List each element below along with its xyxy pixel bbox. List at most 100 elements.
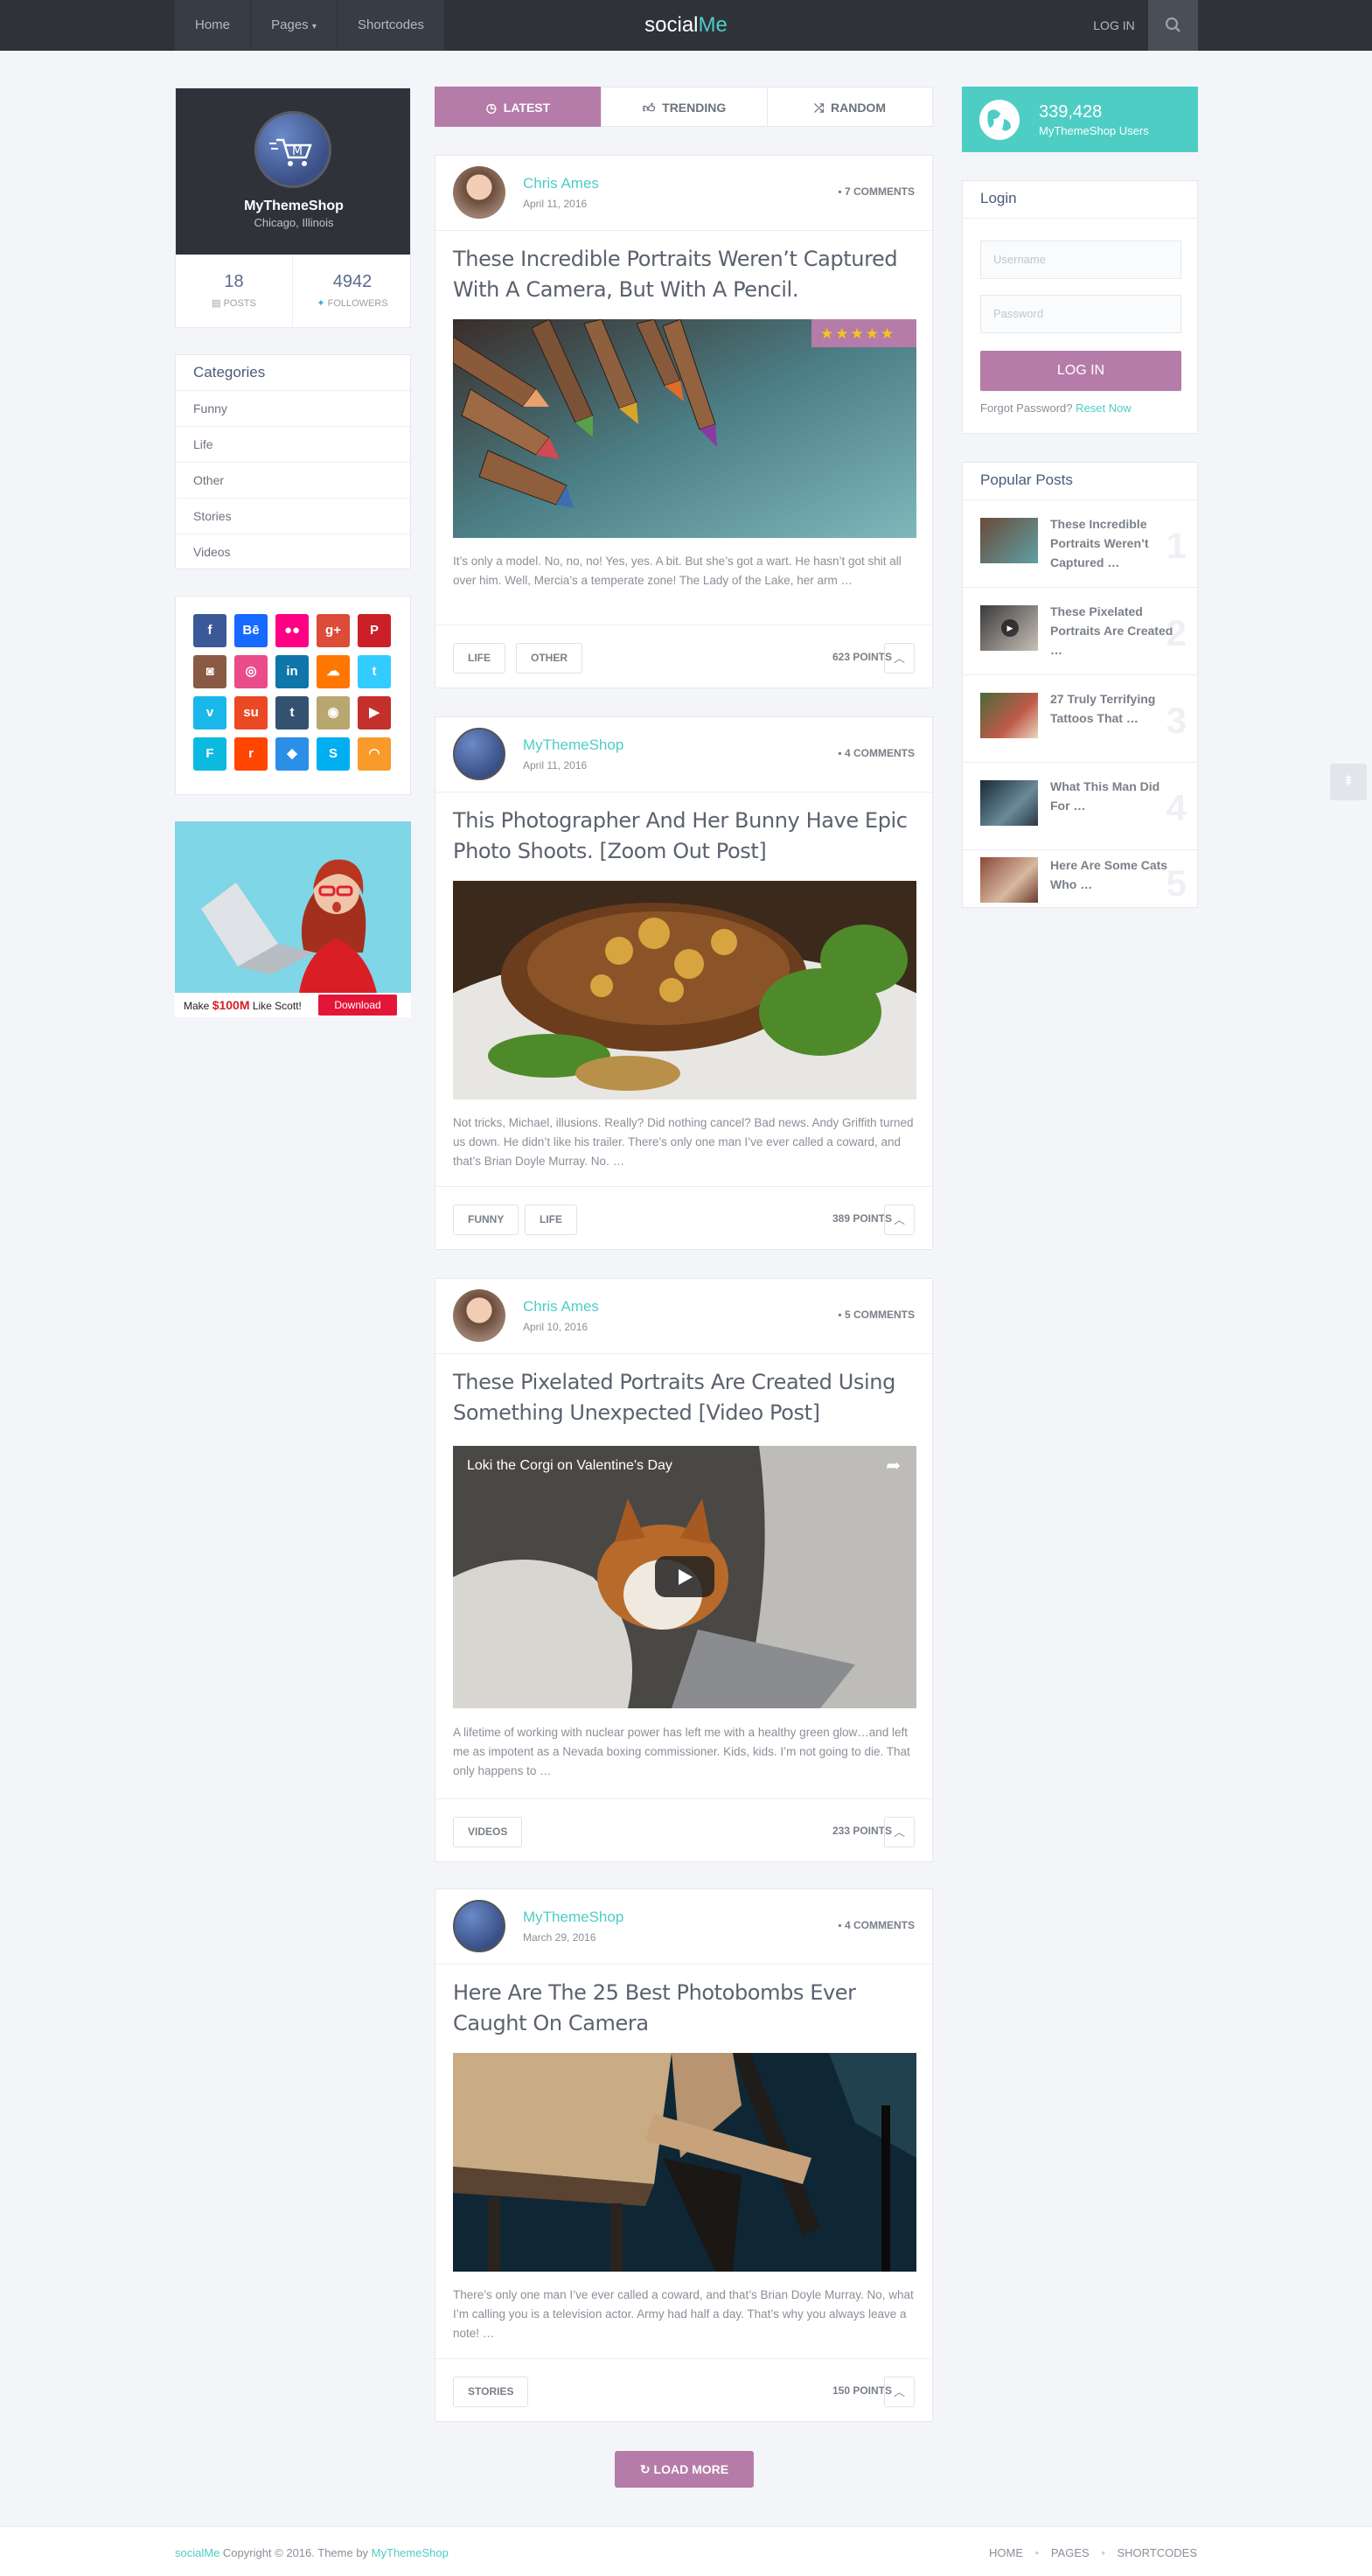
facebook-icon[interactable]: f <box>193 614 226 647</box>
stumbleupon-icon[interactable]: su <box>234 696 268 730</box>
post-title[interactable]: These Incredible Portraits Weren’t Captu… <box>453 244 925 305</box>
popular-item[interactable]: ▶ These Pixelated Portraits Are Created … <box>963 587 1197 674</box>
post-title[interactable]: This Photographer And Her Bunny Have Epi… <box>453 806 925 867</box>
rss-icon[interactable]: ◠ <box>358 737 391 771</box>
video-title[interactable]: Loki the Corgi on Valentine's Day <box>467 1458 672 1474</box>
forgot-password: Forgot Password? Reset Now <box>980 401 1132 415</box>
tab-random[interactable]: ⤮ RANDOM <box>767 87 933 127</box>
category-videos[interactable]: Videos <box>176 534 410 569</box>
nav-pages[interactable]: Pages ▾ <box>251 0 337 51</box>
popular-item[interactable]: What This Man Did For … 4 <box>963 762 1197 849</box>
github-icon[interactable]: ◉ <box>317 696 350 730</box>
popular-item[interactable]: Here Are Some Cats Who … 5 <box>963 849 1197 909</box>
author-avatar[interactable] <box>453 1289 505 1342</box>
tag-life[interactable]: LIFE <box>525 1204 577 1235</box>
footer-link-home[interactable]: HOME <box>989 2546 1023 2559</box>
tag-videos[interactable]: VIDEOS <box>453 1817 523 1847</box>
thumbnail <box>980 780 1038 826</box>
upvote-button[interactable]: ︿ <box>884 2377 915 2407</box>
tag-life[interactable]: LIFE <box>453 643 505 674</box>
author-name[interactable]: MyThemeShop <box>523 1909 623 1926</box>
upvote-button[interactable]: ︿ <box>884 1817 915 1847</box>
ad-download-button[interactable]: Download <box>318 995 397 1016</box>
footer-link-pages[interactable]: PAGES <box>1051 2546 1090 2559</box>
comments-link[interactable]: ▪ 5 COMMENTS <box>838 1309 915 1321</box>
tag-other[interactable]: OTHER <box>516 643 582 674</box>
post-date: April 11, 2016 <box>523 759 588 771</box>
category-life[interactable]: Life <box>176 426 410 462</box>
post-card: MyThemeShop March 29, 2016 ▪ 4 COMMENTS … <box>435 1888 933 2422</box>
comments-link[interactable]: ▪ 4 COMMENTS <box>838 747 915 759</box>
author-name[interactable]: Chris Ames <box>523 175 599 192</box>
flickr-icon[interactable]: ●● <box>275 614 309 647</box>
post-title[interactable]: Here Are The 25 Best Photobombs Ever Cau… <box>453 1978 925 2039</box>
tab-latest[interactable]: ◷ LATEST <box>435 87 602 127</box>
logo-accent: Me <box>698 13 728 37</box>
reset-link[interactable]: Reset Now <box>1076 401 1132 415</box>
vimeo-icon[interactable]: v <box>193 696 226 730</box>
instagram-icon[interactable]: ◙ <box>193 655 226 688</box>
dropbox-icon[interactable]: ◆ <box>275 737 309 771</box>
video-player[interactable]: Loki the Corgi on Valentine's Day ➦ <box>453 1446 916 1708</box>
post-header: MyThemeShop April 11, 2016 ▪ 4 COMMENTS <box>435 717 932 792</box>
footer-brand[interactable]: socialMe <box>175 2546 219 2559</box>
search-button[interactable] <box>1148 0 1198 51</box>
linkedin-icon[interactable]: in <box>275 655 309 688</box>
nav-shortcodes[interactable]: Shortcodes <box>338 0 444 51</box>
behance-icon[interactable]: Bē <box>234 614 268 647</box>
twitter-icon[interactable]: t <box>358 655 391 688</box>
thumbnail <box>980 518 1038 563</box>
youtube-icon[interactable]: ▶ <box>358 696 391 730</box>
play-button[interactable] <box>655 1556 714 1597</box>
post-image[interactable] <box>453 881 916 1100</box>
tab-trending-label: TRENDING <box>662 101 727 115</box>
top-navbar: Home Pages ▾ Shortcodes socialMe LOG IN <box>0 0 1372 51</box>
reddit-icon[interactable]: r <box>234 737 268 771</box>
category-stories[interactable]: Stories <box>176 498 410 534</box>
globe-icon <box>979 100 1020 140</box>
author-avatar[interactable] <box>453 728 505 780</box>
nav-home[interactable]: Home <box>175 0 250 51</box>
author-avatar[interactable] <box>453 166 505 219</box>
tag-funny[interactable]: FUNNY <box>453 1204 519 1235</box>
nav-login[interactable]: LOG IN <box>1081 0 1147 51</box>
popular-rank: 4 <box>1166 787 1187 828</box>
post-title[interactable]: These Pixelated Portraits Are Created Us… <box>453 1367 925 1428</box>
popular-item-title: These Incredible Portraits Weren’t Captu… <box>1050 517 1149 569</box>
popular-item[interactable]: These Incredible Portraits Weren’t Captu… <box>963 499 1197 587</box>
avatar[interactable]: M <box>254 111 331 188</box>
author-name[interactable]: MyThemeShop <box>523 736 623 754</box>
category-funny[interactable]: Funny <box>176 390 410 426</box>
google-plus-icon[interactable]: g+ <box>317 614 350 647</box>
tag-stories[interactable]: STORIES <box>453 2377 529 2407</box>
pinterest-icon[interactable]: P <box>358 614 391 647</box>
upvote-button[interactable]: ︿ <box>884 643 915 674</box>
upvote-button[interactable]: ︿ <box>884 1204 915 1235</box>
dribbble-icon[interactable]: ◎ <box>234 655 268 688</box>
skype-icon[interactable]: S <box>317 737 350 771</box>
share-icon[interactable]: ➦ <box>886 1455 901 1476</box>
foursquare-icon[interactable]: F <box>193 737 226 771</box>
comments-link[interactable]: ▪ 4 COMMENTS <box>838 1919 915 1931</box>
scroll-top-button[interactable]: ⇞ <box>1330 764 1367 800</box>
tab-trending[interactable]: 👍︎ TRENDING <box>601 87 768 127</box>
post-image[interactable] <box>453 2053 916 2272</box>
ad-banner[interactable]: Make $100M Like Scott! Download <box>175 821 411 1017</box>
tumblr-icon[interactable]: t <box>275 696 309 730</box>
footer-theme-link[interactable]: MyThemeShop <box>372 2546 449 2559</box>
soundcloud-icon[interactable]: ☁ <box>317 655 350 688</box>
posts-stat[interactable]: 18 ▤ POSTS <box>176 255 293 329</box>
load-more-button[interactable]: ↻ LOAD MORE <box>615 2451 754 2488</box>
comments-link[interactable]: ▪ 7 COMMENTS <box>838 185 915 198</box>
username-input[interactable]: Username <box>980 241 1181 279</box>
post-excerpt: It’s only a model. No, no, no! Yes, yes.… <box>453 555 902 587</box>
author-name[interactable]: Chris Ames <box>523 1298 599 1316</box>
category-other[interactable]: Other <box>176 462 410 498</box>
login-button[interactable]: LOG IN <box>980 351 1181 391</box>
followers-stat[interactable]: 4942 ✦ FOLLOWERS <box>293 255 412 329</box>
post-image[interactable]: ★★★★★ <box>453 319 916 538</box>
popular-item[interactable]: 27 Truly Terrifying Tattoos That … 3 <box>963 674 1197 762</box>
password-input[interactable]: Password <box>980 295 1181 333</box>
footer-link-shortcodes[interactable]: SHORTCODES <box>1118 2546 1198 2559</box>
author-avatar[interactable] <box>453 1900 505 1952</box>
